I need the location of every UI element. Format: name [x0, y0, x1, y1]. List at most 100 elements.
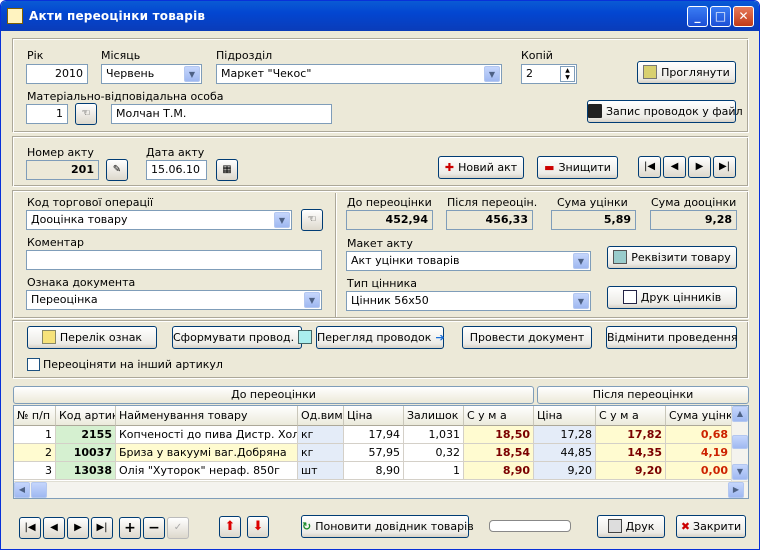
list-marks-button[interactable]: Перелік ознак	[27, 326, 157, 349]
lookup-hand-icon[interactable]: ☜	[301, 209, 323, 231]
table-cell[interactable]: кг	[298, 426, 344, 444]
nav-last-button[interactable]: ▶|	[713, 156, 736, 178]
reassign-checkbox[interactable]	[27, 358, 40, 371]
grid-last-button[interactable]: ▶|	[91, 517, 113, 539]
table-cell[interactable]: 0,00	[666, 462, 732, 480]
horizontal-scrollbar[interactable]: ◀ ▶	[14, 481, 748, 498]
delete-act-button[interactable]: ▬ Знищити	[537, 156, 618, 179]
table-cell[interactable]: 1,031	[404, 426, 464, 444]
print-tags-button[interactable]: Друк цінників	[607, 286, 737, 309]
table-cell[interactable]: 17,28	[534, 426, 596, 444]
move-down-button[interactable]: ⬇	[247, 516, 269, 538]
grid-first-button[interactable]: |◀	[19, 517, 41, 539]
chevron-down-icon[interactable]: ▼	[484, 66, 500, 82]
grid-header-cell[interactable]: Ціна	[344, 406, 404, 426]
grid-header-cell[interactable]: Найменування товару	[116, 406, 298, 426]
comment-field[interactable]	[26, 250, 322, 270]
act-date-field[interactable]: 15.06.10	[146, 160, 207, 180]
table-row[interactable]: 2 10037 Бриза у вакуумі ваг.Добряна кг 57,95…	[14, 444, 732, 462]
refresh-catalog-button[interactable]: ↻ Поновити довідник товарів	[301, 515, 474, 538]
table-cell[interactable]: 8,90	[344, 462, 404, 480]
table-cell[interactable]: Олія "Хуторок" нераф. 850г	[116, 462, 298, 480]
month-select[interactable]: Червень ▼	[101, 64, 202, 84]
scroll-up-icon[interactable]: ▲	[732, 406, 748, 422]
person-name-field[interactable]: Молчан Т.М.	[111, 104, 332, 124]
grid-header-cell[interactable]: Сума уцінки	[666, 406, 732, 426]
calendar-icon[interactable]: ▦	[216, 159, 238, 181]
table-cell[interactable]: 4,19	[666, 444, 732, 462]
grid-apply-button[interactable]: ✓	[167, 517, 189, 539]
table-cell[interactable]: 8,90	[464, 462, 534, 480]
table-cell[interactable]: 17,82	[596, 426, 666, 444]
copies-spinner[interactable]: 2 ▲ ▼	[521, 64, 577, 84]
grid-add-button[interactable]: +	[119, 517, 141, 539]
person-id-field[interactable]: 1	[26, 104, 68, 124]
nav-next-button[interactable]: ▶	[688, 156, 711, 178]
table-cell[interactable]: 1	[14, 426, 56, 444]
scroll-thumb[interactable]	[31, 482, 47, 498]
table-cell[interactable]: кг	[298, 444, 344, 462]
dept-select[interactable]: Маркет "Чекос" ▼	[216, 64, 502, 84]
grid-header-cell[interactable]: Код артик.	[56, 406, 116, 426]
title-bar[interactable]: Акти переоцінки товарів _ □ ✕	[1, 1, 759, 31]
chevron-down-icon[interactable]: ▼	[184, 66, 200, 82]
form-postings-button[interactable]: Сформувати провод.	[172, 326, 313, 349]
close-button[interactable]: ✖ Закрити	[676, 515, 746, 538]
year-field[interactable]: 2010	[26, 64, 88, 84]
doc-select[interactable]: Переоцінка ▼	[26, 290, 322, 310]
cancel-posting-button[interactable]: Відмінити проведення	[606, 326, 738, 349]
scroll-right-icon[interactable]: ▶	[728, 482, 744, 498]
table-cell[interactable]: шт	[298, 462, 344, 480]
edit-note-icon[interactable]: ✎	[106, 159, 128, 181]
table-cell[interactable]: 13038	[56, 462, 116, 480]
vertical-scrollbar[interactable]: ▲ ▼	[731, 406, 748, 481]
chevron-down-icon[interactable]: ▼	[573, 293, 589, 309]
grid-header-cell[interactable]: Од.вим.	[298, 406, 344, 426]
table-row[interactable]: 1 2155 Копченості до пива Дистр. Холо кг 17,…	[14, 426, 732, 444]
table-cell[interactable]: 9,20	[596, 462, 666, 480]
table-cell[interactable]: 0,32	[404, 444, 464, 462]
new-act-button[interactable]: ✚ Новий акт	[438, 156, 524, 179]
scroll-thumb[interactable]	[732, 435, 748, 449]
lookup-hand-icon[interactable]: ☜	[75, 103, 97, 125]
act-number-field[interactable]: 201	[26, 160, 99, 180]
table-cell[interactable]: 44,85	[534, 444, 596, 462]
chevron-down-icon[interactable]: ▼	[573, 253, 589, 269]
grid-header-cell[interactable]: Залишок	[404, 406, 464, 426]
save-postings-button[interactable]: Запис проводок у файл	[587, 100, 743, 123]
table-row[interactable]: 3 13038 Олія "Хуторок" нераф. 850г шт 8,90 1 8…	[14, 462, 732, 480]
post-document-button[interactable]: Провести документ	[462, 326, 592, 349]
items-grid[interactable]: № п/п Код артик. Найменування товару Од.вим…	[13, 405, 749, 499]
table-cell[interactable]: Бриза у вакуумі ваг.Добряна	[116, 444, 298, 462]
table-cell[interactable]: 14,35	[596, 444, 666, 462]
print-button[interactable]: Друк	[597, 515, 665, 538]
view-postings-button[interactable]: Перегляд проводок ➔	[316, 326, 445, 349]
item-details-button[interactable]: Реквізити товару	[607, 246, 737, 269]
scroll-left-icon[interactable]: ◀	[14, 482, 30, 498]
chevron-down-icon[interactable]: ▼	[274, 212, 290, 228]
table-cell[interactable]: 10037	[56, 444, 116, 462]
table-cell[interactable]: 0,68	[666, 426, 732, 444]
scroll-down-icon[interactable]: ▼	[732, 464, 748, 480]
table-cell[interactable]: 3	[14, 462, 56, 480]
grid-prev-button[interactable]: ◀	[43, 517, 65, 539]
nav-prev-button[interactable]: ◀	[663, 156, 686, 178]
tag-type-select[interactable]: Цінник 56х50 ▼	[346, 291, 591, 311]
close-window-button[interactable]: ✕	[733, 6, 754, 27]
table-cell[interactable]: 17,94	[344, 426, 404, 444]
maximize-button[interactable]: □	[710, 6, 731, 27]
grid-header-cell[interactable]: С у м а	[596, 406, 666, 426]
table-cell[interactable]: 1	[404, 462, 464, 480]
grid-next-button[interactable]: ▶	[67, 517, 89, 539]
table-cell[interactable]: 2155	[56, 426, 116, 444]
table-cell[interactable]: 18,50	[464, 426, 534, 444]
table-cell[interactable]: 2	[14, 444, 56, 462]
spinner-arrows-icon[interactable]: ▲ ▼	[560, 66, 575, 82]
table-cell[interactable]: Копченості до пива Дистр. Холо	[116, 426, 298, 444]
layout-select[interactable]: Акт уцінки товарів ▼	[346, 251, 591, 271]
table-cell[interactable]: 9,20	[534, 462, 596, 480]
grid-header-cell[interactable]: С у м а	[464, 406, 534, 426]
move-up-button[interactable]: ⬆	[219, 516, 241, 538]
grid-header-cell[interactable]: Ціна	[534, 406, 596, 426]
nav-first-button[interactable]: |◀	[638, 156, 661, 178]
